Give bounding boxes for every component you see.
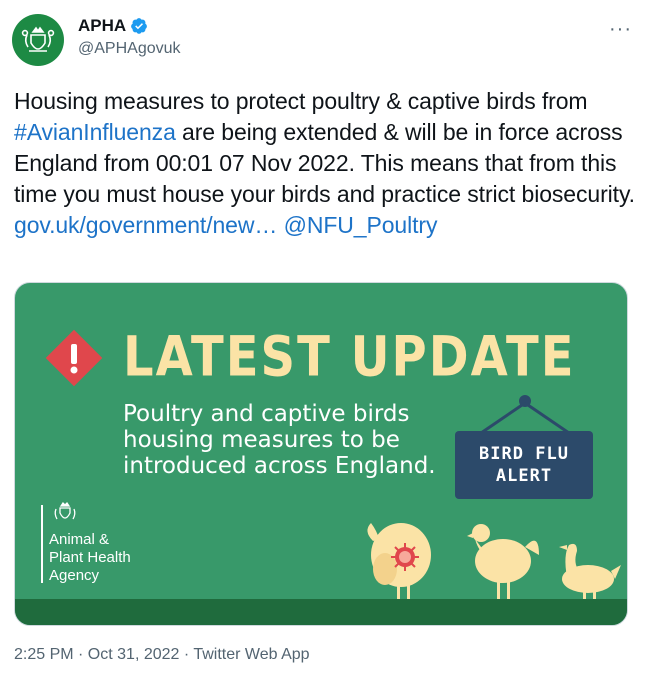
poultry-illustration: [367, 523, 621, 603]
link-ellipsis[interactable]: …: [254, 212, 283, 238]
verified-badge-icon: [131, 18, 148, 34]
more-options-button[interactable]: ···: [609, 18, 632, 41]
tweet-text: Housing measures to protect poultry & ca…: [14, 86, 636, 241]
external-link[interactable]: gov.uk/government/new: [14, 212, 254, 238]
logo-divider: [41, 505, 43, 583]
warning-diamond-icon: [45, 329, 103, 387]
virus-icon: [391, 543, 419, 571]
avatar[interactable]: [12, 14, 64, 66]
logo-line-1: Animal &: [49, 531, 110, 548]
media-ground-strip: [15, 599, 627, 625]
sign-board: BIRD FLU ALERT: [455, 431, 593, 499]
logo-line-2: Plant Health: [49, 549, 131, 566]
media-subtext: Poultry and captive birds housing measur…: [123, 401, 436, 479]
duck-icon: [559, 543, 621, 603]
tweet-text-part1: Housing measures to protect poultry & ca…: [14, 88, 588, 114]
royal-crest-small-icon: [54, 501, 76, 520]
display-name[interactable]: APHA: [78, 16, 126, 36]
hashtag-link[interactable]: #AvianInfluenza: [14, 119, 176, 145]
hen-icon: [467, 524, 539, 599]
media-headline: LATEST UPDATE: [123, 325, 576, 390]
royal-crest-icon: [21, 26, 55, 52]
author-names: APHA @APHAgovuk: [78, 16, 181, 58]
tweet-timestamp[interactable]: 2:25 PM · Oct 31, 2022 · Twitter Web App: [14, 646, 310, 664]
mention-link[interactable]: @NFU_Poultry: [284, 212, 438, 238]
tweet-header: APHA @APHAgovuk ···: [12, 12, 636, 68]
bird-flu-sign: BIRD FLU ALERT: [451, 391, 601, 506]
logo-line-3: Agency: [49, 567, 100, 584]
logo-text: Animal & Plant Health Agency: [49, 531, 189, 585]
tweet-media-image[interactable]: LATEST UPDATE Poultry and captive birds …: [14, 282, 628, 626]
handle[interactable]: @APHAgovuk: [78, 40, 181, 58]
sign-line-2: ALERT: [495, 466, 553, 486]
sign-hanger-icon: [480, 395, 570, 435]
display-name-row: APHA: [78, 16, 181, 36]
sign-line-1: BIRD FLU: [479, 444, 569, 464]
